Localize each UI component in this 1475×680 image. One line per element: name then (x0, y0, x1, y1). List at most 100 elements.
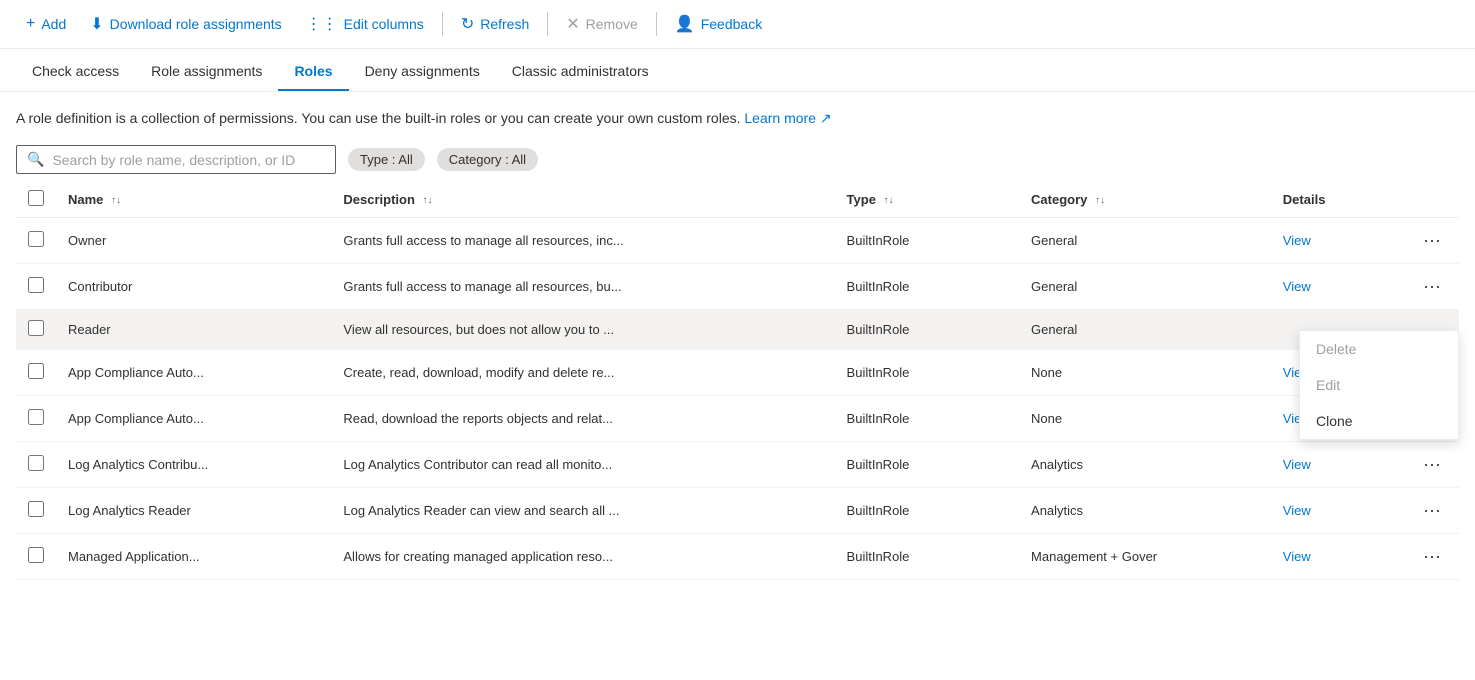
col-header-description[interactable]: Description ↑↓ (331, 182, 834, 218)
row-category: General (1019, 310, 1271, 350)
row-checkbox-cell[interactable] (16, 396, 56, 442)
row-checkbox[interactable] (28, 320, 44, 336)
description-sort-icon: ↑↓ (423, 196, 433, 206)
more-button[interactable]: ··· (1417, 274, 1447, 299)
col-header-name[interactable]: Name ↑↓ (56, 182, 331, 218)
row-name: Contributor (56, 264, 331, 310)
row-name: Owner (56, 218, 331, 264)
row-checkbox[interactable] (28, 501, 44, 517)
row-name: Managed Application... (56, 534, 331, 580)
add-button[interactable]: + Add (16, 9, 76, 39)
edit-columns-button[interactable]: ⋮⋮ Edit columns (296, 8, 434, 40)
select-all-checkbox[interactable] (28, 190, 44, 206)
row-checkbox[interactable] (28, 409, 44, 425)
view-link[interactable]: View (1283, 503, 1311, 518)
tab-deny-assignments[interactable]: Deny assignments (349, 53, 496, 91)
category-filter-label: Category : All (449, 152, 526, 167)
category-sort-icon: ↑↓ (1095, 196, 1105, 206)
view-link[interactable]: View (1283, 457, 1311, 472)
row-name: Log Analytics Contribu... (56, 442, 331, 488)
view-link[interactable]: View (1283, 279, 1311, 294)
row-more-cell: ··· (1405, 534, 1459, 580)
view-link[interactable]: View (1283, 233, 1311, 248)
col-header-category[interactable]: Category ↑↓ (1019, 182, 1271, 218)
filters-bar: 🔍 Type : All Category : All (0, 137, 1475, 182)
external-link-icon: ↗ (820, 110, 832, 126)
tab-check-access[interactable]: Check access (16, 53, 135, 91)
row-category: Analytics (1019, 488, 1271, 534)
type-filter-label: Type : All (360, 152, 413, 167)
edit-columns-icon: ⋮⋮ (306, 14, 338, 34)
row-description: Grants full access to manage all resourc… (331, 264, 834, 310)
col-header-type[interactable]: Type ↑↓ (835, 182, 1019, 218)
row-more-cell: ··· (1405, 442, 1459, 488)
tab-role-assignments[interactable]: Role assignments (135, 53, 278, 91)
row-description: Log Analytics Contributor can read all m… (331, 442, 834, 488)
row-name: App Compliance Auto... (56, 350, 331, 396)
context-menu-clone[interactable]: Clone (1300, 403, 1458, 439)
edit-columns-label: Edit columns (344, 16, 424, 32)
name-sort-icon: ↑↓ (111, 196, 121, 206)
feedback-button[interactable]: 👤 Feedback (665, 8, 772, 40)
row-category: General (1019, 218, 1271, 264)
row-checkbox[interactable] (28, 231, 44, 247)
row-checkbox-cell[interactable] (16, 488, 56, 534)
learn-more-link[interactable]: Learn more ↗ (744, 110, 831, 126)
context-menu: Delete Edit Clone (1299, 330, 1459, 440)
row-description: Read, download the reports objects and r… (331, 396, 834, 442)
row-type: BuiltInRole (835, 534, 1019, 580)
row-checkbox-cell[interactable] (16, 264, 56, 310)
col-header-actions (1405, 182, 1459, 218)
select-all-header[interactable] (16, 182, 56, 218)
table-row: Log Analytics Contribu... Log Analytics … (16, 442, 1459, 488)
separator-1 (442, 12, 443, 36)
type-sort-icon: ↑↓ (884, 196, 894, 206)
tab-roles[interactable]: Roles (278, 53, 348, 91)
refresh-label: Refresh (480, 16, 529, 32)
roles-table: Name ↑↓ Description ↑↓ Type ↑↓ Category … (16, 182, 1459, 580)
download-label: Download role assignments (110, 16, 282, 32)
row-view-link-cell: View (1271, 218, 1405, 264)
row-name: Log Analytics Reader (56, 488, 331, 534)
row-checkbox-cell[interactable] (16, 310, 56, 350)
more-button[interactable]: ··· (1417, 228, 1447, 253)
row-category: Analytics (1019, 442, 1271, 488)
category-filter-pill[interactable]: Category : All (437, 148, 538, 171)
more-button[interactable]: ··· (1417, 452, 1447, 477)
type-filter-pill[interactable]: Type : All (348, 148, 425, 171)
context-menu-delete[interactable]: Delete (1300, 331, 1458, 367)
description-text: A role definition is a collection of per… (0, 92, 1475, 137)
toolbar: + Add ⬇ Download role assignments ⋮⋮ Edi… (0, 0, 1475, 49)
row-checkbox-cell[interactable] (16, 350, 56, 396)
download-button[interactable]: ⬇ Download role assignments (80, 8, 291, 40)
row-description: View all resources, but does not allow y… (331, 310, 834, 350)
table-header: Name ↑↓ Description ↑↓ Type ↑↓ Category … (16, 182, 1459, 218)
row-type: BuiltInRole (835, 310, 1019, 350)
row-checkbox-cell[interactable] (16, 442, 56, 488)
row-checkbox[interactable] (28, 363, 44, 379)
more-button[interactable]: ··· (1417, 498, 1447, 523)
more-button[interactable]: ··· (1417, 544, 1447, 569)
remove-button[interactable]: ✕ Remove (556, 8, 648, 40)
row-type: BuiltInRole (835, 442, 1019, 488)
table-row: App Compliance Auto... Read, download th… (16, 396, 1459, 442)
row-more-cell: ··· (1405, 218, 1459, 264)
search-input[interactable] (52, 152, 325, 168)
plus-icon: + (26, 15, 35, 33)
row-description: Create, read, download, modify and delet… (331, 350, 834, 396)
row-category: None (1019, 396, 1271, 442)
table-row: Managed Application... Allows for creati… (16, 534, 1459, 580)
search-box[interactable]: 🔍 (16, 145, 336, 174)
row-checkbox[interactable] (28, 547, 44, 563)
row-type: BuiltInRole (835, 396, 1019, 442)
row-checkbox-cell[interactable] (16, 218, 56, 264)
refresh-button[interactable]: ↻ Refresh (451, 8, 539, 40)
row-checkbox[interactable] (28, 455, 44, 471)
remove-label: Remove (586, 16, 638, 32)
view-link[interactable]: View (1283, 549, 1311, 564)
context-menu-edit[interactable]: Edit (1300, 367, 1458, 403)
tab-classic-administrators[interactable]: Classic administrators (496, 53, 665, 91)
row-checkbox-cell[interactable] (16, 534, 56, 580)
row-category: Management + Gover (1019, 534, 1271, 580)
row-checkbox[interactable] (28, 277, 44, 293)
